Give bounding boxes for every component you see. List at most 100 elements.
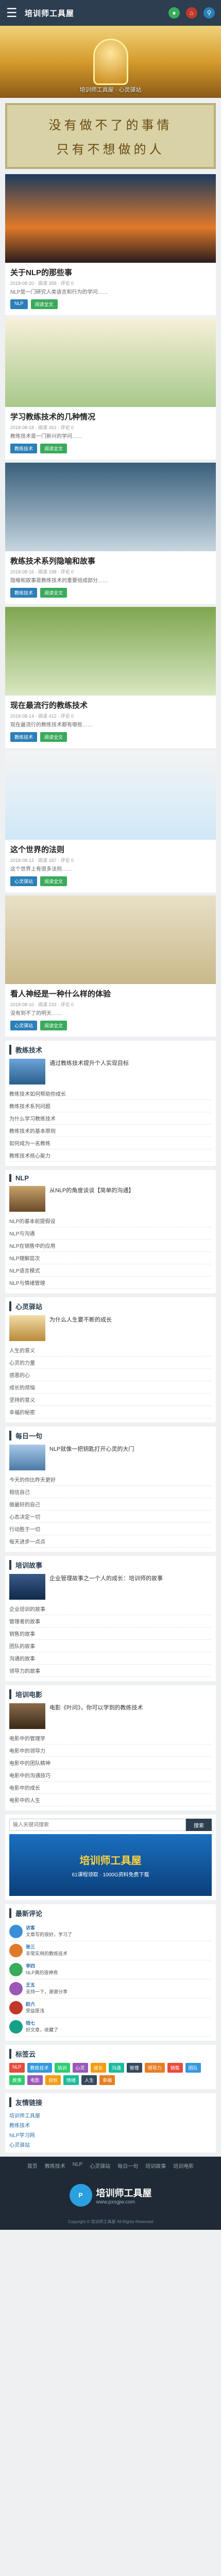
comment-item[interactable]: 赵六 受益匪浅 bbox=[9, 1998, 212, 2018]
top-banner[interactable]: 培训师工具屋 · 心灵驿站 bbox=[0, 26, 221, 98]
footer-logo[interactable]: P 培训师工具屋 www.pxsgjw.com bbox=[5, 2175, 216, 2216]
featured-title[interactable]: 通过教练技术提升个人实现目标 bbox=[49, 1059, 129, 1067]
post-card[interactable]: 关于NLP的那些事 2018-08-20 · 阅读 358 · 评论 0 NLP… bbox=[5, 174, 216, 315]
post-tag[interactable]: 阅读全文 bbox=[40, 444, 67, 453]
list-item[interactable]: NLP理解层次 bbox=[9, 1252, 212, 1264]
list-item-title[interactable]: 教练技术的基本原则 bbox=[9, 1127, 56, 1134]
list-item[interactable]: 领导力的故事 bbox=[9, 1665, 212, 1677]
list-item-title[interactable]: 企业培训的故事 bbox=[9, 1605, 45, 1613]
list-item[interactable]: 今天的你比昨天更好 bbox=[9, 1473, 212, 1486]
footer-nav-link[interactable]: 培训故事 bbox=[145, 2162, 166, 2170]
search-input[interactable] bbox=[9, 1819, 186, 1831]
list-item-title[interactable]: 销售的故事 bbox=[9, 1630, 35, 1637]
list-item[interactable]: 电影中的领导力 bbox=[9, 1744, 212, 1757]
post-tag[interactable]: 阅读全文 bbox=[40, 1021, 67, 1030]
list-item[interactable]: 管理者的故事 bbox=[9, 1615, 212, 1628]
featured-title[interactable]: NLP就像一把钥匙打开心灵的大门 bbox=[49, 1445, 134, 1453]
list-item[interactable]: 相信自己 bbox=[9, 1486, 212, 1498]
footer-nav-link[interactable]: 每日一句 bbox=[117, 2162, 138, 2170]
comment-author[interactable]: 张三 bbox=[26, 1944, 35, 1950]
menu-icon[interactable]: ☰ bbox=[6, 6, 22, 21]
list-item-title[interactable]: 教练技术系列问题 bbox=[9, 1102, 50, 1110]
post-title[interactable]: 教练技术系列隐喻和故事 bbox=[10, 555, 211, 566]
post-tag[interactable]: 阅读全文 bbox=[40, 876, 67, 886]
list-item-title[interactable]: 幸福的秘密 bbox=[9, 1408, 35, 1416]
friend-link[interactable]: 培训师工具屋 bbox=[9, 2111, 212, 2119]
footer-nav-link[interactable]: NLP bbox=[73, 2162, 82, 2170]
friend-link[interactable]: 教练技术 bbox=[9, 2121, 212, 2129]
featured-title[interactable]: 电影《叶问》，你可以学到的教练技术 bbox=[49, 1703, 143, 1711]
list-item[interactable]: NLP语言模式 bbox=[9, 1264, 212, 1277]
featured-thumbnail[interactable] bbox=[9, 1445, 45, 1470]
post-thumbnail[interactable] bbox=[5, 895, 216, 984]
list-item[interactable]: NLP在销售中的应用 bbox=[9, 1240, 212, 1252]
tag-link[interactable]: 领导力 bbox=[144, 2063, 165, 2073]
post-title[interactable]: 这个世界的法则 bbox=[10, 844, 211, 855]
post-tag[interactable]: NLP bbox=[10, 299, 28, 309]
list-item[interactable]: 电影中的成长 bbox=[9, 1782, 212, 1794]
tag-link[interactable]: 故事 bbox=[9, 2075, 25, 2085]
friend-link[interactable]: 心灵驿站 bbox=[9, 2141, 212, 2148]
list-item[interactable]: 电影中的沟通技巧 bbox=[9, 1769, 212, 1782]
tag-link[interactable]: 心灵 bbox=[72, 2063, 88, 2073]
list-item-title[interactable]: NLP语言模式 bbox=[9, 1266, 40, 1274]
list-item[interactable]: 心灵的力量 bbox=[9, 1357, 212, 1369]
post-tag[interactable]: 阅读全文 bbox=[40, 732, 67, 742]
footer-nav-link[interactable]: 首页 bbox=[27, 2162, 38, 2170]
list-item[interactable]: 做最好的自己 bbox=[9, 1498, 212, 1511]
tag-link[interactable]: NLP bbox=[9, 2063, 25, 2073]
tag-link[interactable]: 人生 bbox=[81, 2075, 97, 2085]
tag-link[interactable]: 成长 bbox=[90, 2063, 106, 2073]
tag-link[interactable]: 销售 bbox=[167, 2063, 183, 2073]
list-item-title[interactable]: NLP理解层次 bbox=[9, 1254, 40, 1262]
list-item[interactable]: 人生的意义 bbox=[9, 1344, 212, 1357]
list-item-title[interactable]: 为什么学习教练技术 bbox=[9, 1114, 56, 1122]
list-item-title[interactable]: 电影中的领导力 bbox=[9, 1747, 45, 1754]
list-item[interactable]: 电影中的管理学 bbox=[9, 1732, 212, 1744]
search-button[interactable]: 搜索 bbox=[186, 1819, 212, 1831]
list-item[interactable]: 团队的故事 bbox=[9, 1640, 212, 1652]
comment-author[interactable]: 李四 bbox=[26, 1963, 35, 1969]
tag-link[interactable]: 教练技术 bbox=[27, 2063, 52, 2073]
list-item-title[interactable]: 电影中的沟通技巧 bbox=[9, 1771, 50, 1779]
list-item-title[interactable]: NLP在销售中的应用 bbox=[9, 1242, 55, 1249]
list-item-title[interactable]: 领导力的故事 bbox=[9, 1667, 40, 1674]
post-card[interactable]: 这个世界的法则 2018-08-12 · 阅读 187 · 评论 0 这个世界上… bbox=[5, 751, 216, 892]
list-item-title[interactable]: 坚持的意义 bbox=[9, 1396, 35, 1403]
post-tag[interactable]: 心灵驿站 bbox=[10, 876, 38, 886]
list-item-title[interactable]: NLP与情绪管理 bbox=[9, 1279, 45, 1286]
comment-author[interactable]: 钱七 bbox=[26, 2021, 35, 2026]
comment-item[interactable]: 王五 支持一下，谢谢分享 bbox=[9, 1979, 212, 1998]
post-tag[interactable]: 教练技术 bbox=[10, 732, 38, 742]
comment-author[interactable]: 访客 bbox=[26, 1925, 35, 1930]
user-icon[interactable]: ● bbox=[168, 7, 180, 19]
post-title[interactable]: 学习教练技术的几种情况 bbox=[10, 411, 211, 422]
featured-post[interactable]: NLP就像一把钥匙打开心灵的大门 bbox=[9, 1445, 212, 1470]
post-tag[interactable]: 阅读全文 bbox=[30, 299, 58, 309]
list-item-title[interactable]: 每天进步一点点 bbox=[9, 1537, 45, 1545]
list-item-title[interactable]: 感恩的心 bbox=[9, 1371, 30, 1379]
list-item-title[interactable]: 团队的故事 bbox=[9, 1642, 35, 1650]
list-item-title[interactable]: 电影中的管理学 bbox=[9, 1734, 45, 1742]
comment-item[interactable]: 访客 文章写的很好，学习了 bbox=[9, 1922, 212, 1941]
list-item[interactable]: NLP与情绪管理 bbox=[9, 1277, 212, 1289]
featured-post[interactable]: 企业管理故事之一个人的成长：培训师的故事 bbox=[9, 1574, 212, 1600]
footer-nav-link[interactable]: 培训电影 bbox=[173, 2162, 194, 2170]
list-item-title[interactable]: 成长的烦恼 bbox=[9, 1383, 35, 1391]
list-item[interactable]: 企业培训的故事 bbox=[9, 1603, 212, 1615]
list-item[interactable]: 为什么学习教练技术 bbox=[9, 1112, 212, 1125]
post-thumbnail[interactable] bbox=[5, 607, 216, 696]
featured-post[interactable]: 从NLP的角度谈谈【简单的沟通】 bbox=[9, 1186, 212, 1212]
featured-thumbnail[interactable] bbox=[9, 1059, 45, 1084]
list-item[interactable]: 幸福的秘密 bbox=[9, 1406, 212, 1418]
comment-author[interactable]: 赵六 bbox=[26, 2002, 35, 2007]
featured-title[interactable]: 企业管理故事之一个人的成长：培训师的故事 bbox=[49, 1574, 163, 1582]
list-item[interactable]: 坚持的意义 bbox=[9, 1394, 212, 1406]
list-item[interactable]: 电影中的人生 bbox=[9, 1794, 212, 1806]
list-item[interactable]: 教练技术的基本原则 bbox=[9, 1125, 212, 1137]
footer-nav-link[interactable]: 心灵驿站 bbox=[90, 2162, 110, 2170]
post-thumbnail[interactable] bbox=[5, 463, 216, 551]
list-item-title[interactable]: 相信自己 bbox=[9, 1488, 30, 1496]
list-item-title[interactable]: 电影中的成长 bbox=[9, 1784, 40, 1791]
list-item-title[interactable]: 人生的意义 bbox=[9, 1346, 35, 1354]
